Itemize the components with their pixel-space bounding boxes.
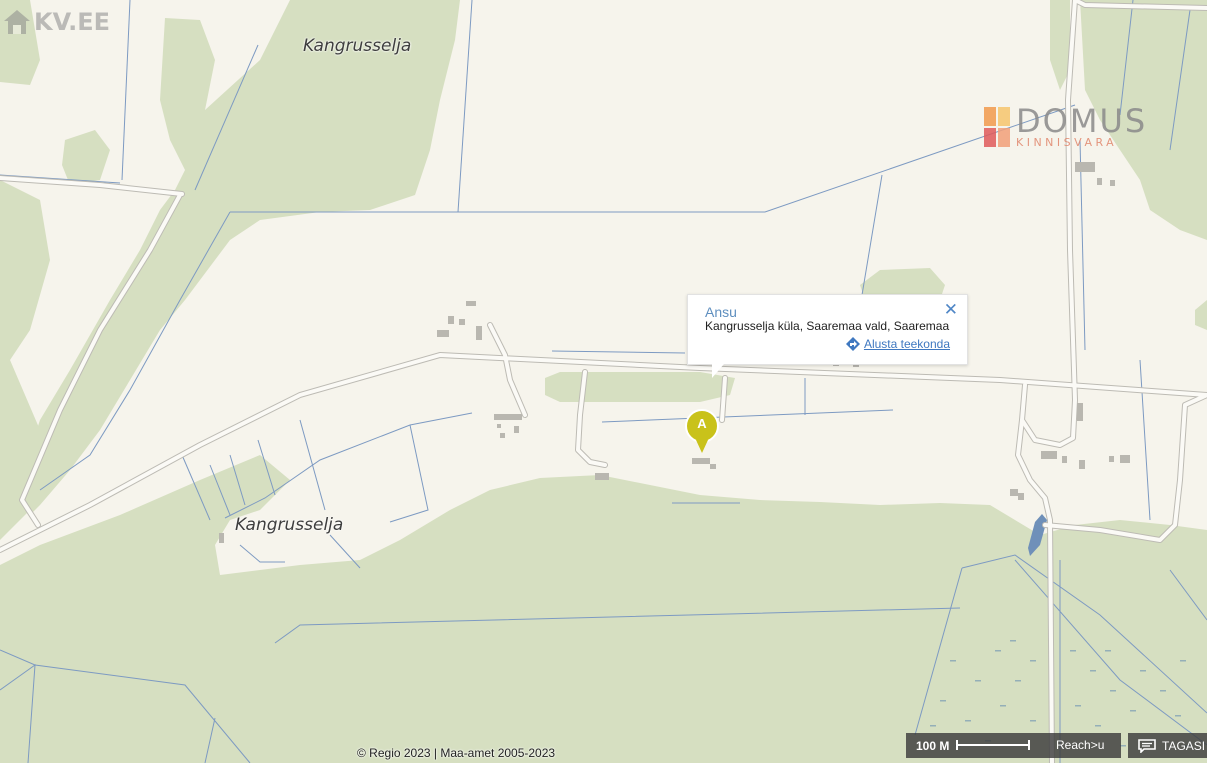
map-copyright: © Regio 2023 | Maa-amet 2005-2023 bbox=[357, 746, 556, 760]
kv-logo: KV.EE bbox=[2, 8, 110, 36]
scale-line bbox=[956, 740, 1030, 750]
directions-icon bbox=[845, 337, 860, 351]
domus-subtitle: KINNISVARA bbox=[1016, 136, 1118, 149]
scale-bar: 100 M Reach>u bbox=[906, 733, 1121, 758]
map-bottom-bar: 100 M Reach>u TAGASI bbox=[906, 733, 1207, 758]
place-label-kangrusselja-north: Kangrusselja bbox=[303, 36, 412, 56]
back-button[interactable]: TAGASI bbox=[1128, 733, 1207, 758]
close-icon[interactable]: ✕ bbox=[944, 301, 958, 319]
domus-squares-icon bbox=[984, 106, 1010, 147]
reach-label[interactable]: Reach>u bbox=[1056, 738, 1104, 752]
house-icon bbox=[4, 10, 30, 34]
scale-label: 100 M bbox=[916, 739, 950, 753]
location-marker[interactable]: A bbox=[685, 409, 721, 455]
location-popup: Ansu Kangrusselja küla, Saaremaa vald, S… bbox=[687, 294, 968, 378]
marker-label: A bbox=[697, 416, 707, 431]
place-label-kangrusselja-south: Kangrusselja bbox=[235, 515, 344, 535]
start-route-label: Alusta teekonda bbox=[863, 337, 950, 351]
kv-logo-text: KV.EE bbox=[34, 8, 110, 36]
start-route-link[interactable]: Alusta teekonda bbox=[845, 337, 950, 351]
domus-name: DOMUS bbox=[1016, 102, 1148, 140]
popup-address: Kangrusselja küla, Saaremaa vald, Saarem… bbox=[705, 319, 950, 333]
chat-bubble-icon bbox=[1138, 738, 1156, 753]
popup-title: Ansu bbox=[705, 304, 737, 320]
back-button-label: TAGASI bbox=[1162, 738, 1206, 753]
domus-logo: DOMUS KINNISVARA bbox=[984, 105, 1147, 148]
